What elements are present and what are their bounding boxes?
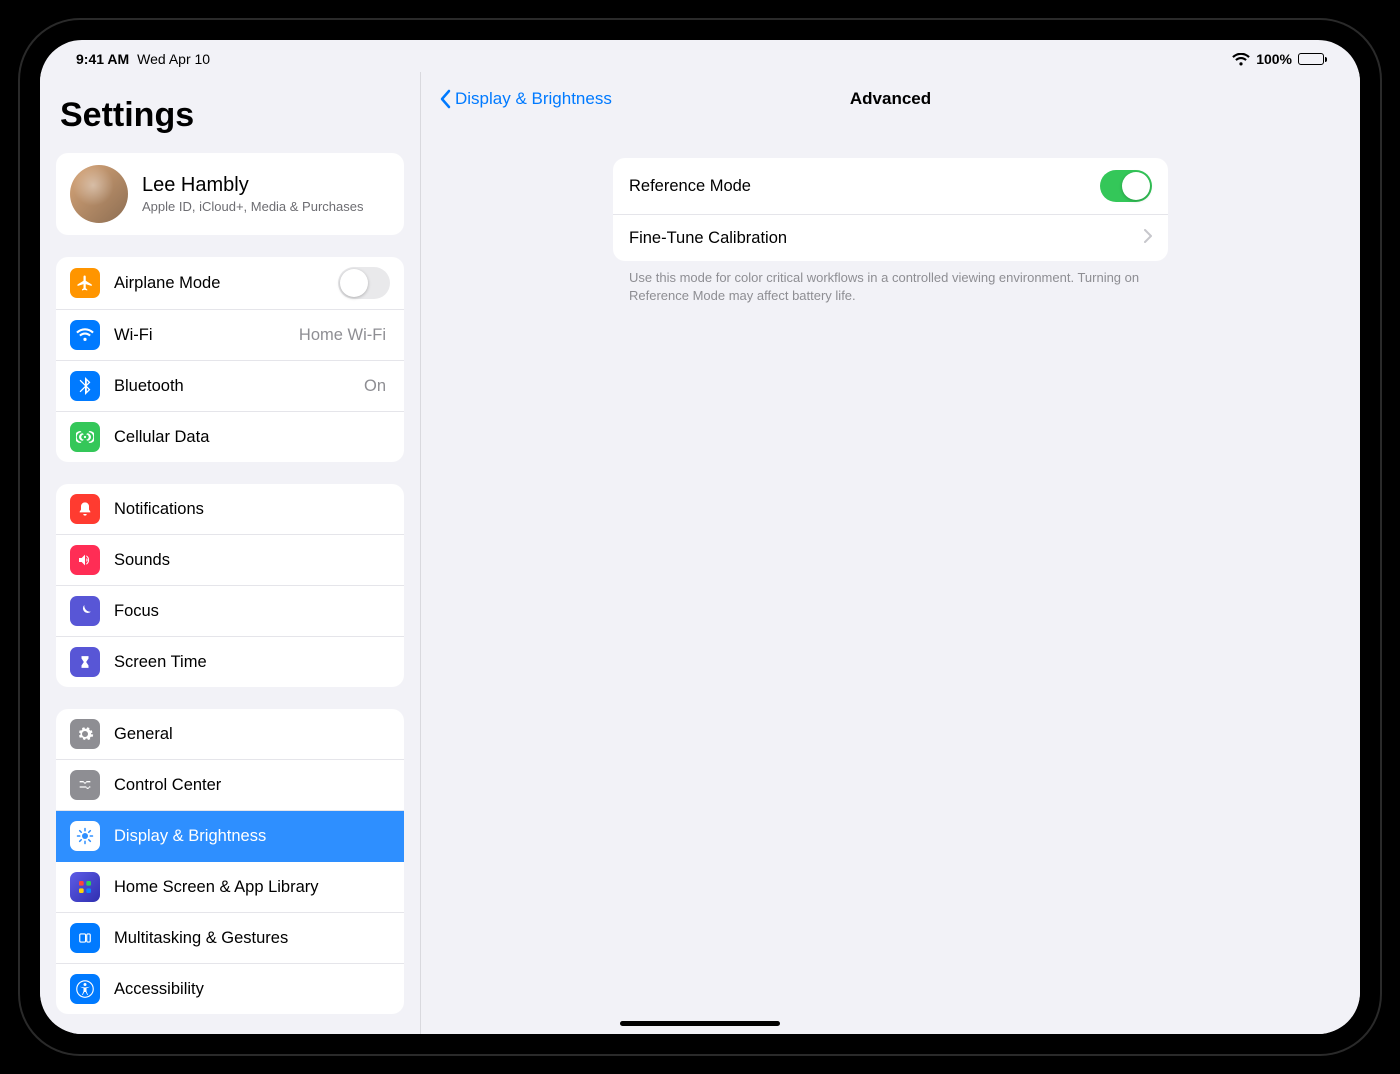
row-label: Notifications: [114, 500, 390, 519]
bluetooth-icon: [70, 371, 100, 401]
chevron-left-icon: [439, 89, 451, 109]
multitask-icon: [70, 923, 100, 953]
reference-mode-toggle[interactable]: [1100, 170, 1152, 202]
hourglass-icon: [70, 647, 100, 677]
reference-mode-label: Reference Mode: [629, 177, 751, 196]
wifi-icon: [1232, 53, 1250, 66]
sidebar-item-accessibility[interactable]: Accessibility: [56, 964, 404, 1014]
battery-icon: [1298, 53, 1324, 65]
status-date: Wed Apr 10: [137, 51, 210, 67]
back-button[interactable]: Display & Brightness: [439, 89, 612, 109]
settings-sidebar: Settings Lee Hambly Apple ID, iCloud+, M…: [40, 72, 420, 1034]
row-label: General: [114, 725, 390, 744]
sidebar-item-apple-id[interactable]: Lee Hambly Apple ID, iCloud+, Media & Pu…: [56, 153, 404, 235]
fine-tune-calibration-row[interactable]: Fine-Tune Calibration: [613, 215, 1168, 261]
cellular-icon: [70, 422, 100, 452]
airplane-toggle[interactable]: [338, 267, 390, 299]
row-label: Focus: [114, 602, 390, 621]
reference-mode-row[interactable]: Reference Mode: [613, 158, 1168, 215]
sidebar-item-airplane[interactable]: Airplane Mode: [56, 257, 404, 310]
bell-icon: [70, 494, 100, 524]
page-title: Settings: [60, 96, 400, 135]
detail-title: Advanced: [850, 89, 931, 109]
sidebar-item-cellular[interactable]: Cellular Data: [56, 412, 404, 462]
row-label: Multitasking & Gestures: [114, 929, 390, 948]
accessibility-icon: [70, 974, 100, 1004]
sidebar-item-home-screen[interactable]: Home Screen & App Library: [56, 862, 404, 913]
battery-percent: 100%: [1256, 51, 1292, 67]
grid-icon: [70, 872, 100, 902]
row-label: Wi-Fi: [114, 326, 299, 345]
sidebar-item-focus[interactable]: Focus: [56, 586, 404, 637]
home-indicator[interactable]: [620, 1021, 780, 1026]
row-label: Display & Brightness: [114, 827, 390, 846]
sidebar-item-general[interactable]: General: [56, 709, 404, 760]
profile-name: Lee Hambly: [142, 174, 363, 197]
row-label: Bluetooth: [114, 377, 364, 396]
profile-sub: Apple ID, iCloud+, Media & Purchases: [142, 199, 363, 214]
row-label: Accessibility: [114, 980, 390, 999]
sidebar-item-display-brightness[interactable]: Display & Brightness: [56, 811, 404, 862]
sliders-icon: [70, 770, 100, 800]
back-label: Display & Brightness: [455, 89, 612, 109]
gear-icon: [70, 719, 100, 749]
moon-icon: [70, 596, 100, 626]
sidebar-item-notifications[interactable]: Notifications: [56, 484, 404, 535]
wifi-value: Home Wi-Fi: [299, 326, 386, 345]
chevron-right-icon: [1144, 229, 1152, 248]
footer-note: Use this mode for color critical workflo…: [613, 261, 1168, 304]
airplane-icon: [70, 268, 100, 298]
bluetooth-value: On: [364, 377, 386, 396]
detail-pane: Display & Brightness Advanced Reference …: [420, 72, 1360, 1034]
sidebar-item-control-center[interactable]: Control Center: [56, 760, 404, 811]
sidebar-item-multitasking[interactable]: Multitasking & Gestures: [56, 913, 404, 964]
row-label: Cellular Data: [114, 428, 390, 447]
row-label: Sounds: [114, 551, 390, 570]
status-bar: 9:41 AM Wed Apr 10 100%: [40, 46, 1360, 72]
row-label: Control Center: [114, 776, 390, 795]
calibration-label: Fine-Tune Calibration: [629, 229, 787, 248]
brightness-icon: [70, 821, 100, 851]
row-label: Screen Time: [114, 653, 390, 672]
speaker-icon: [70, 545, 100, 575]
sidebar-item-screen-time[interactable]: Screen Time: [56, 637, 404, 687]
sidebar-item-bluetooth[interactable]: Bluetooth On: [56, 361, 404, 412]
sidebar-item-sounds[interactable]: Sounds: [56, 535, 404, 586]
row-label: Home Screen & App Library: [114, 878, 390, 897]
sidebar-item-wifi[interactable]: Wi-Fi Home Wi-Fi: [56, 310, 404, 361]
avatar: [70, 165, 128, 223]
status-time: 9:41 AM: [76, 51, 129, 67]
wifi-settings-icon: [70, 320, 100, 350]
row-label: Airplane Mode: [114, 274, 338, 293]
